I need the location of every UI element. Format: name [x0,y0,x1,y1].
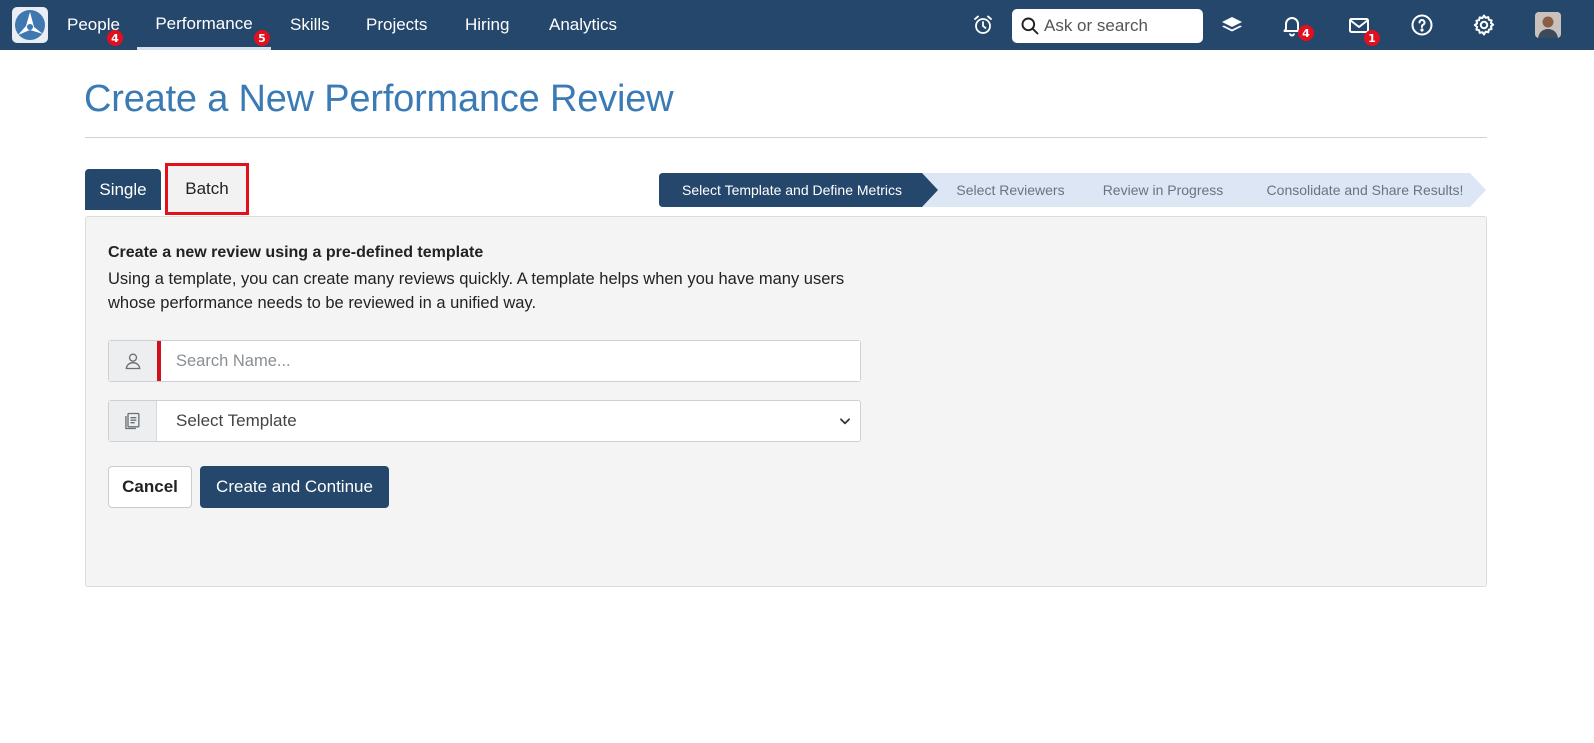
global-search[interactable] [1012,9,1203,43]
nav-hiring-label: Hiring [465,15,510,34]
user-avatar[interactable] [1535,12,1561,38]
nav-hiring[interactable]: Hiring [465,0,509,50]
template-select[interactable]: Select Template [108,400,861,442]
nav-projects[interactable]: Projects [366,0,427,50]
gear-icon[interactable] [1471,12,1497,38]
template-icon [109,401,157,441]
tab-batch[interactable]: Batch [165,163,249,215]
panel-heading: Create a new review using a pre-defined … [108,244,484,261]
nav-analytics-label: Analytics [549,15,618,34]
notifications-badge: 4 [1298,25,1314,41]
search-icon [1021,17,1039,35]
app-logo[interactable] [12,7,48,43]
name-search-input[interactable] [161,341,860,381]
chevron-down-icon [830,401,860,441]
top-navbar: People 4 Performance 5 Skills Projects H… [0,0,1594,50]
performance-badge: 5 [254,30,270,46]
step-select-reviewers: Select Reviewers [922,173,1093,207]
help-icon[interactable] [1409,12,1435,38]
nav-performance[interactable]: Performance 5 [137,0,271,50]
title-divider [85,137,1487,138]
nav-skills[interactable]: Skills [290,0,330,50]
template-select-value: Select Template [176,411,297,430]
create-and-continue-button[interactable]: Create and Continue [200,466,389,508]
nav-skills-label: Skills [290,15,330,34]
page-title: Create a New Performance Review [84,78,674,120]
step-select-template: Select Template and Define Metrics [659,173,939,207]
search-input[interactable] [1044,16,1194,36]
step-consolidate: Consolidate and Share Results! [1232,173,1486,207]
step-consolidate-label: Consolidate and Share Results! [1266,182,1464,198]
messages-badge: 1 [1364,30,1380,46]
panel-description: Using a template, you can create many re… [108,270,845,312]
cancel-button[interactable]: Cancel [108,466,192,508]
nav-performance-label: Performance [155,13,253,33]
layers-icon[interactable] [1219,12,1245,38]
tab-single[interactable]: Single [85,169,161,210]
user-icon [109,341,161,381]
nav-analytics[interactable]: Analytics [549,0,617,50]
nav-projects-label: Projects [366,15,428,34]
alarm-clock-icon[interactable] [970,12,996,38]
step-review-in-progress: Review in Progress [1070,173,1250,207]
step-select-template-label: Select Template and Define Metrics [682,182,902,198]
step-select-reviewers-label: Select Reviewers [956,182,1065,198]
name-search-field[interactable] [108,340,861,382]
people-badge: 4 [107,30,123,46]
step-review-in-progress-label: Review in Progress [1102,182,1224,198]
nav-people[interactable]: People 4 [67,0,123,50]
